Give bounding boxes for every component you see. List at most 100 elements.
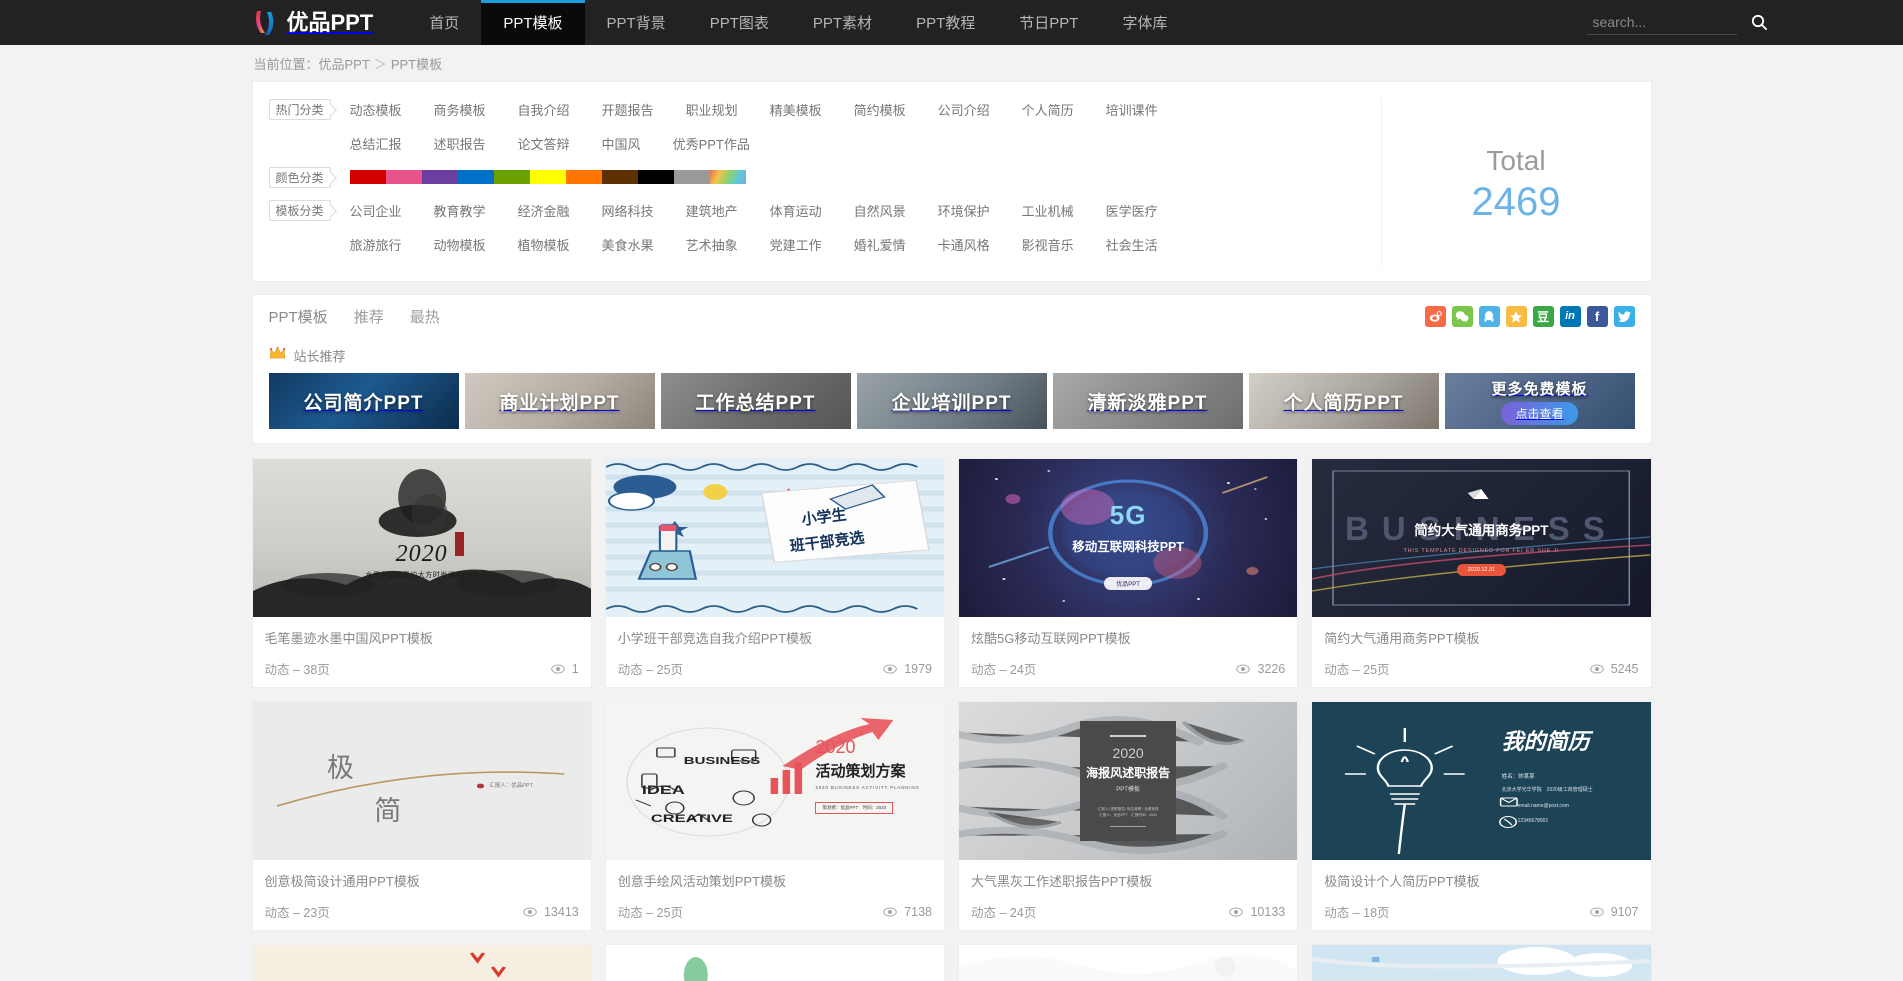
- template-thumbnail[interactable]: 5G 移动互联网科技PPT 优品PPT: [959, 459, 1298, 617]
- filter-item-nature[interactable]: 自然风景: [854, 199, 906, 222]
- color-swatch-yellow[interactable]: [529, 170, 566, 184]
- template-title[interactable]: 简约大气通用商务PPT模板: [1324, 628, 1638, 647]
- nav-item-ppt-templates[interactable]: PPT模板: [481, 0, 585, 45]
- nav-item-home[interactable]: 首页: [407, 0, 481, 45]
- template-card[interactable]: 5G 移动互联网科技PPT 优品PPT 炫酷5G移动互联网PPT模板 动态 – …: [958, 458, 1299, 688]
- filter-item-education[interactable]: 教育教学: [434, 199, 486, 222]
- template-card[interactable]: [958, 944, 1299, 981]
- template-thumbnail[interactable]: 2020 水墨中国风简约大方时尚通用PPT: [252, 459, 591, 617]
- facebook-share-icon[interactable]: f: [1586, 306, 1608, 327]
- filter-item-cartoon[interactable]: 卡通风格: [938, 233, 990, 256]
- filter-item-finance[interactable]: 经济金融: [518, 199, 570, 222]
- nav-item-ppt-tutorials[interactable]: PPT教程: [894, 0, 997, 45]
- tab-recommended[interactable]: 推荐: [354, 306, 384, 327]
- filter-item-simple[interactable]: 简约模板: [854, 98, 906, 121]
- wechat-share-icon[interactable]: [1451, 306, 1473, 327]
- template-card[interactable]: 2020 海报风述职报告 PPT模板 汇报人/ 述职报告/ 岗位竞聘 / 业绩呈…: [958, 701, 1299, 931]
- color-swatch-brown[interactable]: [601, 170, 638, 184]
- template-thumbnail[interactable]: [605, 945, 944, 981]
- template-card[interactable]: 我的简历 姓名：帅某某 北京大学光华学院 2020级工商管理硕士 email.n…: [1311, 701, 1652, 931]
- template-thumbnail[interactable]: 小学生 班干部竞选: [605, 459, 944, 617]
- template-card[interactable]: [1311, 944, 1652, 981]
- color-swatch-rainbow[interactable]: [709, 170, 746, 184]
- template-thumbnail[interactable]: [959, 945, 1298, 981]
- template-card[interactable]: BUSINESS IDEA CREATIVE 2020 活动策划方案 2020 …: [604, 701, 945, 931]
- template-title[interactable]: 小学班干部竞选自我介绍PPT模板: [618, 628, 932, 647]
- nav-item-holiday-ppt[interactable]: 节日PPT: [997, 0, 1100, 45]
- filter-item-environment[interactable]: 环境保护: [938, 199, 990, 222]
- color-swatch-black[interactable]: [637, 170, 674, 184]
- filter-item-exquisite[interactable]: 精美模板: [770, 98, 822, 121]
- template-thumbnail[interactable]: BUSINESS IDEA CREATIVE 2020 活动策划方案 2020 …: [605, 702, 944, 860]
- filter-item-excellent-works[interactable]: 优秀PPT作品: [673, 132, 750, 155]
- filter-item-chinese-style[interactable]: 中国风: [602, 132, 641, 155]
- recommend-card-fresh-elegant[interactable]: 清新淡雅PPT: [1052, 373, 1243, 429]
- template-card[interactable]: BUSINESS 简约大气通用商务PPT THIS TEMPLATE DESIG…: [1311, 458, 1652, 688]
- template-title[interactable]: 创意极简设计通用PPT模板: [265, 871, 579, 890]
- recommend-card-personal-resume[interactable]: 个人简历PPT: [1248, 373, 1439, 429]
- color-swatch-blue[interactable]: [457, 170, 494, 184]
- filter-item-career[interactable]: 职业规划: [686, 98, 738, 121]
- filter-item-realestate[interactable]: 建筑地产: [686, 199, 738, 222]
- filter-item-resume[interactable]: 个人简历: [1022, 98, 1074, 121]
- search-button[interactable]: [1747, 14, 1772, 31]
- template-thumbnail[interactable]: [1312, 945, 1651, 981]
- click-to-view-button[interactable]: 点击查看: [1501, 401, 1578, 425]
- recommend-card-more-free[interactable]: 更多免费模板 点击查看: [1444, 373, 1635, 429]
- filter-item-dynamic[interactable]: 动态模板: [350, 98, 402, 121]
- filter-item-technology[interactable]: 网络科技: [602, 199, 654, 222]
- tab-hottest[interactable]: 最热: [410, 306, 440, 327]
- nav-item-ppt-materials[interactable]: PPT素材: [791, 0, 894, 45]
- recommend-card-enterprise-training[interactable]: 企业培训PPT: [856, 373, 1047, 429]
- filter-item-medical[interactable]: 医学医疗: [1106, 199, 1158, 222]
- color-swatch-gray[interactable]: [673, 170, 710, 184]
- twitter-share-icon[interactable]: [1613, 306, 1635, 327]
- filter-item-company-intro[interactable]: 公司介绍: [938, 98, 990, 121]
- template-card[interactable]: 小学生 班干部竞选 小学班干部竞选自我介绍PPT模板 动态 – 25页 1979: [604, 458, 945, 688]
- filter-item-industrial[interactable]: 工业机械: [1022, 199, 1074, 222]
- nav-item-font-library[interactable]: 字体库: [1100, 0, 1189, 45]
- template-card[interactable]: 2020 水墨中国风简约大方时尚通用PPT 毛笔墨迹水墨中国风PPT模板 动态 …: [251, 458, 592, 688]
- template-title[interactable]: 毛笔墨迹水墨中国风PPT模板: [265, 628, 579, 647]
- favorite-star-icon[interactable]: [1505, 306, 1527, 327]
- filter-item-business[interactable]: 商务模板: [434, 98, 486, 121]
- template-card[interactable]: [604, 944, 945, 981]
- filter-item-thesis-defense[interactable]: 论文答辩: [518, 132, 570, 155]
- template-thumbnail[interactable]: BUSINESS 简约大气通用商务PPT THIS TEMPLATE DESIG…: [1312, 459, 1651, 617]
- recommend-card-work-summary[interactable]: 工作总结PPT: [660, 373, 851, 429]
- search-input[interactable]: [1586, 10, 1737, 35]
- filter-item-proposal[interactable]: 开题报告: [602, 98, 654, 121]
- breadcrumb-home[interactable]: 优品PPT: [319, 57, 370, 72]
- nav-item-ppt-backgrounds[interactable]: PPT背景: [585, 0, 688, 45]
- linkedin-share-icon[interactable]: in: [1559, 306, 1581, 327]
- template-thumbnail[interactable]: [252, 945, 591, 981]
- color-swatch-green[interactable]: [493, 170, 530, 184]
- color-swatch-purple[interactable]: [421, 170, 458, 184]
- template-thumbnail[interactable]: 我的简历 姓名：帅某某 北京大学光华学院 2020级工商管理硕士 email.n…: [1312, 702, 1651, 860]
- site-logo[interactable]: 优品PPT: [252, 0, 408, 45]
- color-swatch-red[interactable]: [349, 170, 386, 184]
- template-title[interactable]: 极简设计个人简历PPT模板: [1324, 871, 1638, 890]
- filter-item-sports[interactable]: 体育运动: [770, 199, 822, 222]
- recommend-card-company-intro[interactable]: 公司简介PPT: [268, 373, 459, 429]
- weibo-share-icon[interactable]: [1424, 306, 1446, 327]
- filter-item-self-intro[interactable]: 自我介绍: [518, 98, 570, 121]
- qq-share-icon[interactable]: [1478, 306, 1500, 327]
- filter-item-social-life[interactable]: 社会生活: [1106, 233, 1158, 256]
- filter-item-work-report[interactable]: 述职报告: [434, 132, 486, 155]
- filter-item-summary-report[interactable]: 总结汇报: [350, 132, 402, 155]
- filter-item-corporate[interactable]: 公司企业: [350, 199, 402, 222]
- filter-item-food[interactable]: 美食水果: [602, 233, 654, 256]
- tab-ppt-templates[interactable]: PPT模板: [269, 306, 328, 327]
- template-title[interactable]: 大气黑灰工作述职报告PPT模板: [971, 871, 1285, 890]
- template-title[interactable]: 炫酷5G移动互联网PPT模板: [971, 628, 1285, 647]
- filter-item-plants[interactable]: 植物模板: [518, 233, 570, 256]
- filter-item-animals[interactable]: 动物模板: [434, 233, 486, 256]
- filter-item-training[interactable]: 培训课件: [1106, 98, 1158, 121]
- template-thumbnail[interactable]: 2020 海报风述职报告 PPT模板 汇报人/ 述职报告/ 岗位竞聘 / 业绩呈…: [959, 702, 1298, 860]
- template-title[interactable]: 创意手绘风活动策划PPT模板: [618, 871, 932, 890]
- nav-item-ppt-charts[interactable]: PPT图表: [688, 0, 791, 45]
- template-card[interactable]: [251, 944, 592, 981]
- filter-item-media-music[interactable]: 影视音乐: [1022, 233, 1074, 256]
- color-swatch-pink[interactable]: [385, 170, 422, 184]
